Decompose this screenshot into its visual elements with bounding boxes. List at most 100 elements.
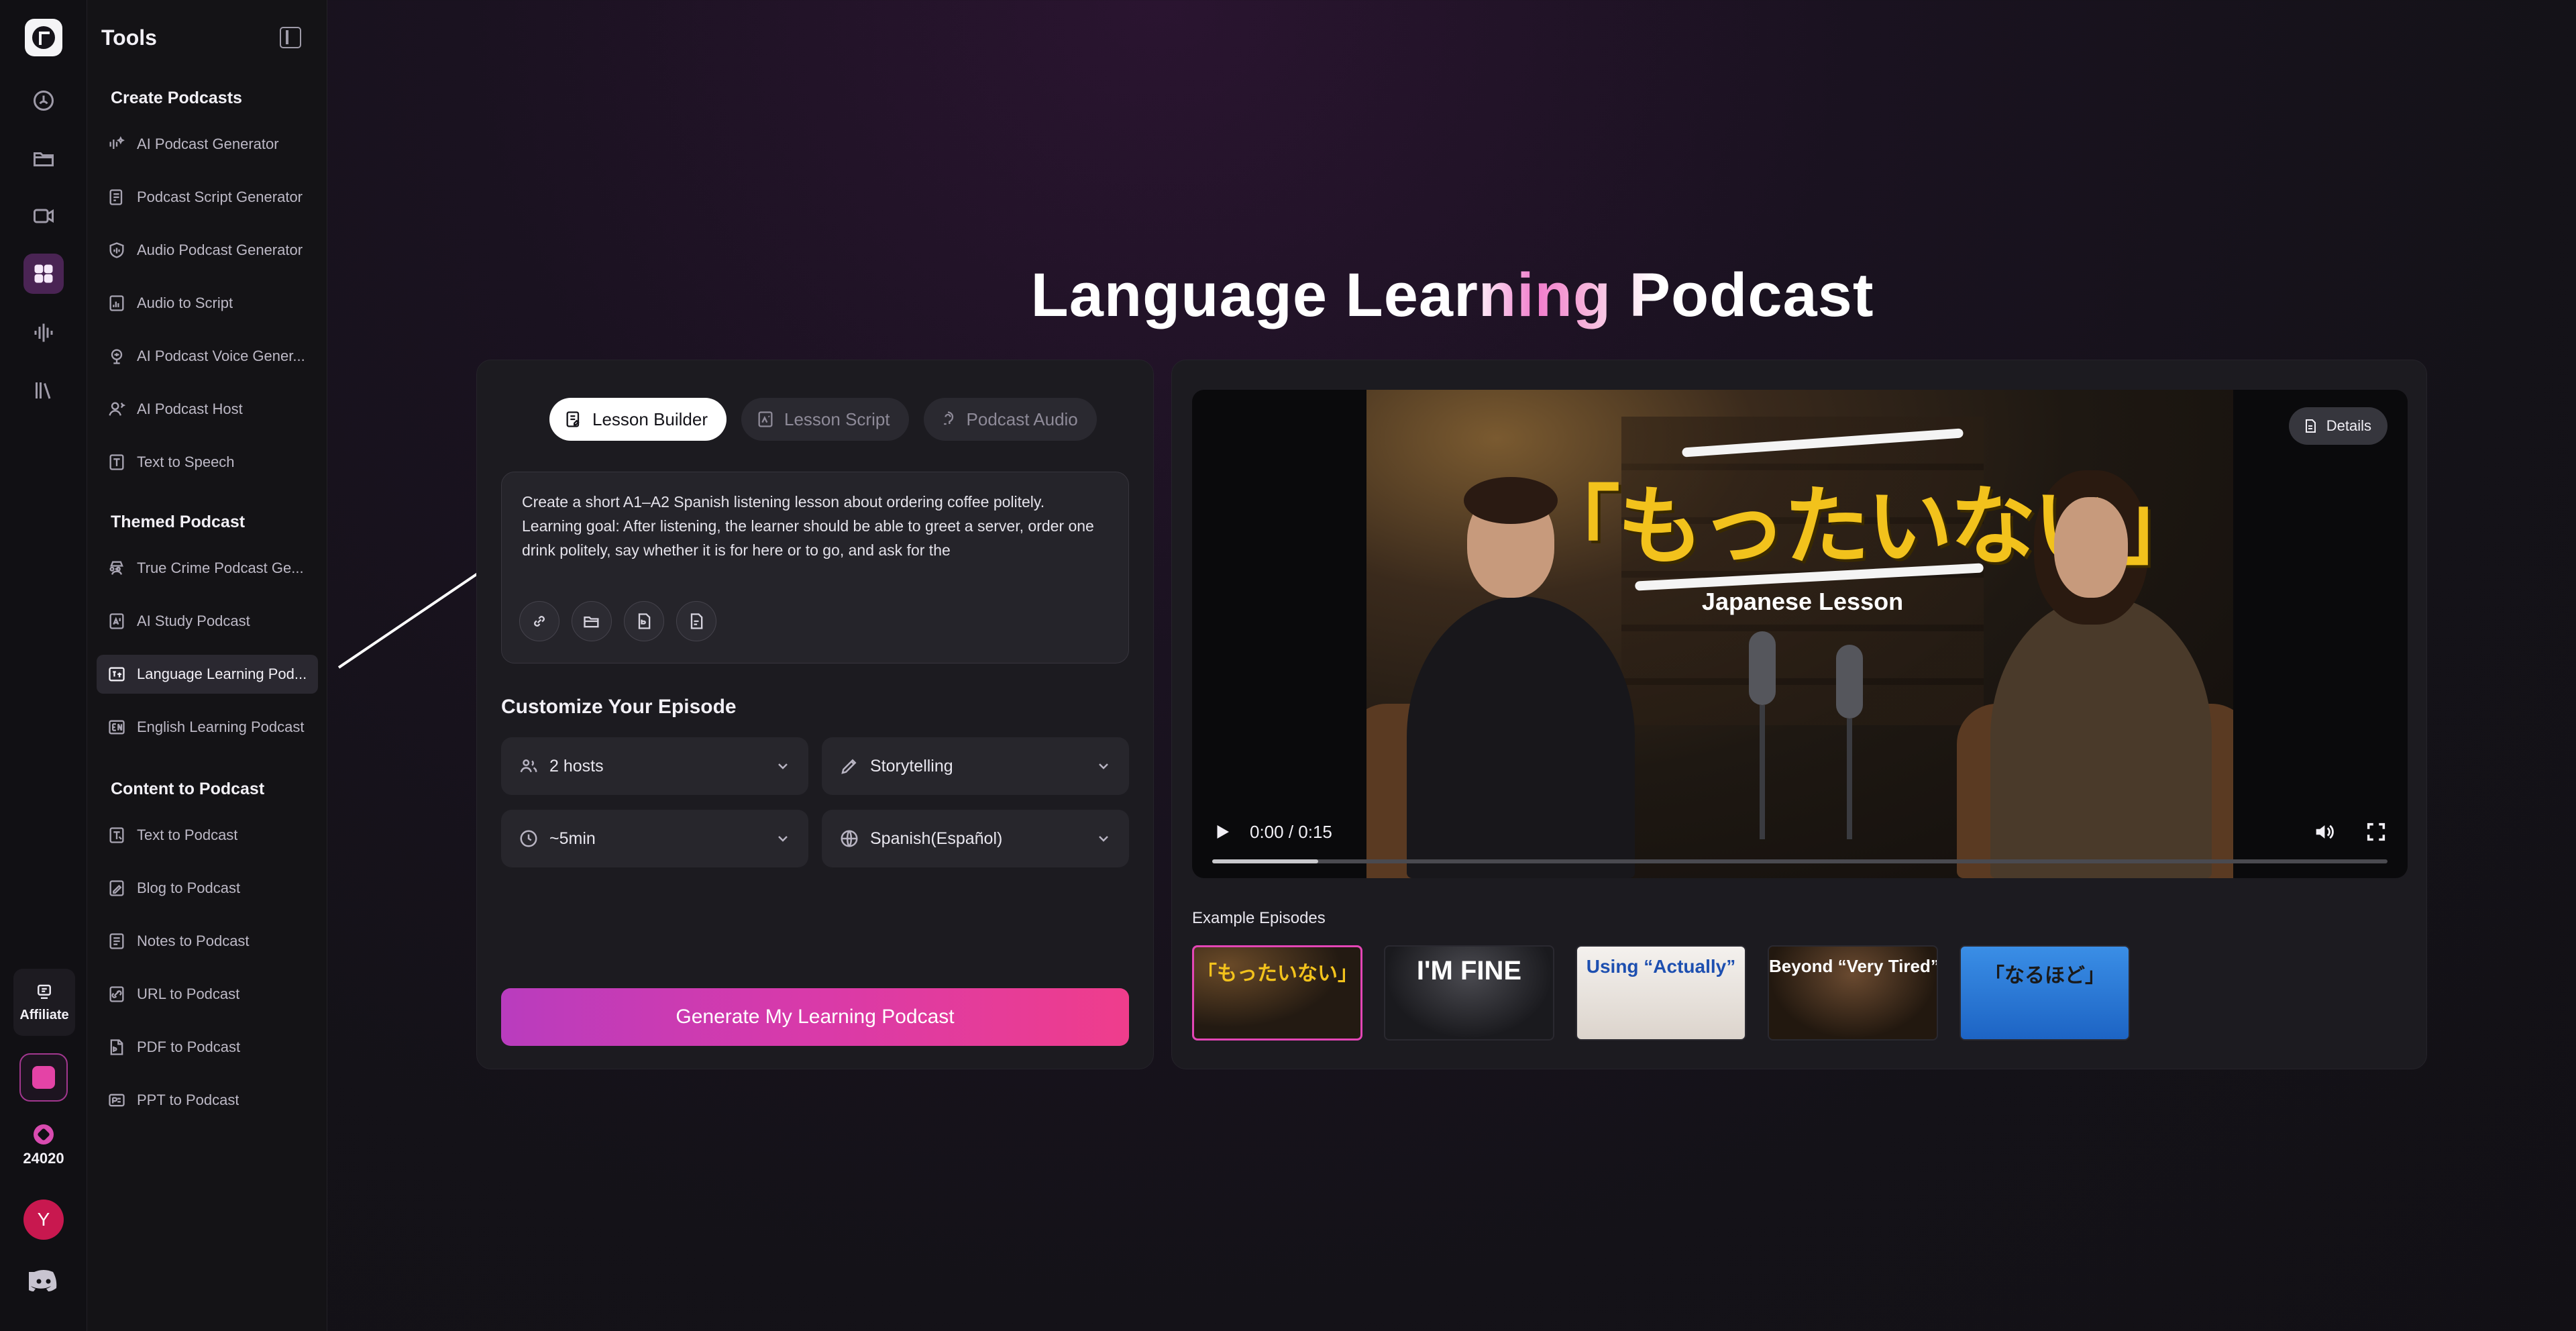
video-icon[interactable] bbox=[23, 196, 64, 236]
section-title-themed: Themed Podcast bbox=[111, 513, 246, 531]
tool-ppt-to-podcast[interactable]: PPT to Podcast bbox=[97, 1081, 318, 1120]
mode-tabs: Lesson Builder Lesson Script Podcast Aud… bbox=[549, 398, 1097, 441]
host-icon bbox=[109, 402, 126, 416]
lesson-builder-panel: Lesson Builder Lesson Script Podcast Aud… bbox=[476, 360, 1154, 1069]
tool-ai-podcast-host[interactable]: AI Podcast Host bbox=[97, 390, 318, 429]
tool-text-to-speech[interactable]: Text to Speech bbox=[97, 443, 318, 482]
language-select[interactable]: Spanish(Español) bbox=[822, 810, 1129, 867]
attach-file-button[interactable] bbox=[676, 601, 716, 641]
tool-label: English Learning Podcast bbox=[137, 718, 305, 735]
tool-ai-podcast-generator[interactable]: AI Podcast Generator bbox=[97, 125, 318, 164]
tool-ai-study-podcast[interactable]: AI Study Podcast bbox=[97, 602, 318, 641]
pen-icon bbox=[841, 759, 857, 774]
generate-podcast-button[interactable]: Generate My Learning Podcast bbox=[501, 988, 1129, 1046]
duration-select[interactable]: ~5min bbox=[501, 810, 808, 867]
attach-document-button[interactable] bbox=[624, 601, 664, 641]
tool-label: Language Learning Pod... bbox=[137, 666, 307, 682]
lesson-builder-icon bbox=[566, 411, 580, 427]
lesson-prompt-textarea[interactable]: Create a short A1–A2 Spanish listening l… bbox=[501, 472, 1129, 663]
example-episode-5[interactable]: 「なるほど」 bbox=[1960, 945, 2130, 1041]
language-value: Spanish(Español) bbox=[870, 829, 1003, 848]
affiliate-button[interactable]: Affiliate bbox=[13, 969, 75, 1036]
attach-folder-button[interactable] bbox=[572, 601, 612, 641]
style-value: Storytelling bbox=[870, 756, 953, 776]
mic-voice-icon bbox=[111, 349, 123, 364]
tool-podcast-script-generator[interactable]: Podcast Script Generator bbox=[97, 178, 318, 217]
details-button[interactable]: Details bbox=[2288, 407, 2387, 445]
tab-podcast-audio[interactable]: Podcast Audio bbox=[923, 398, 1097, 441]
tool-text-to-podcast[interactable]: Text to Podcast bbox=[97, 816, 318, 855]
tool-label: AI Podcast Host bbox=[137, 401, 243, 417]
example-episode-2[interactable]: I'M FINE bbox=[1384, 945, 1554, 1041]
example-episode-4[interactable]: Beyond “Very Tired” bbox=[1768, 945, 1938, 1041]
folder-open-icon bbox=[584, 617, 599, 628]
gem-icon bbox=[34, 1124, 54, 1144]
ppt-icon bbox=[109, 1094, 125, 1107]
document-icon bbox=[638, 613, 651, 629]
collapse-sidebar-icon[interactable] bbox=[280, 27, 301, 48]
text-doc-icon bbox=[109, 827, 124, 843]
store-icon[interactable] bbox=[19, 1053, 68, 1102]
script-icon bbox=[109, 189, 123, 205]
section-title-content: Content to Podcast bbox=[111, 780, 265, 798]
overlay-subtitle: Japanese Lesson bbox=[1701, 588, 1904, 615]
customize-title: Customize Your Episode bbox=[501, 696, 737, 718]
tab-lesson-builder[interactable]: Lesson Builder bbox=[549, 398, 727, 441]
notes-icon bbox=[109, 933, 124, 949]
tab-label: Lesson Builder bbox=[592, 409, 708, 429]
tool-url-to-podcast[interactable]: URL to Podcast bbox=[97, 975, 318, 1014]
english-icon bbox=[109, 720, 125, 735]
study-icon bbox=[109, 613, 124, 629]
credits-counter[interactable]: 24020 bbox=[13, 1124, 74, 1167]
page-title: Language Learning Podcast bbox=[1030, 261, 1874, 329]
tool-pdf-to-podcast[interactable]: PDF to Podcast bbox=[97, 1028, 318, 1067]
example-episodes: 「もったいない」 I'M FINE Using “Actually” Beyon… bbox=[1192, 945, 2130, 1041]
lesson-prompt-text[interactable]: Create a short A1–A2 Spanish listening l… bbox=[522, 490, 1112, 590]
globe-icon bbox=[841, 830, 858, 847]
user-avatar[interactable]: Y bbox=[23, 1200, 64, 1240]
tool-blog-to-podcast[interactable]: Blog to Podcast bbox=[97, 869, 318, 908]
hosts-select[interactable]: 2 hosts bbox=[501, 737, 808, 795]
credits-value: 24020 bbox=[23, 1150, 64, 1167]
example-label: 「もったいない」 bbox=[1197, 963, 1358, 985]
tool-true-crime-podcast[interactable]: True Crime Podcast Ge... bbox=[97, 549, 318, 588]
folder-icon[interactable] bbox=[23, 138, 64, 178]
clock-icon bbox=[520, 830, 537, 847]
tool-label: AI Podcast Generator bbox=[137, 136, 279, 152]
video-player[interactable]: 「もったいない」 Japanese Lesson Details 0:00 / … bbox=[1192, 390, 2408, 878]
tool-label: Text to Speech bbox=[137, 454, 235, 470]
volume-icon[interactable] bbox=[2312, 820, 2335, 843]
fullscreen-icon[interactable] bbox=[2365, 820, 2387, 843]
tool-label: Blog to Podcast bbox=[137, 880, 241, 896]
hosts-icon bbox=[520, 759, 537, 773]
tool-language-learning-podcast[interactable]: Language Learning Pod... bbox=[97, 655, 318, 694]
attach-link-button[interactable] bbox=[519, 601, 559, 641]
tool-ai-podcast-voice-generator[interactable]: AI Podcast Voice Gener... bbox=[97, 337, 318, 376]
preview-panel: 「もったいない」 Japanese Lesson Details 0:00 / … bbox=[1171, 360, 2427, 1069]
discord-icon[interactable] bbox=[29, 1269, 58, 1292]
app-logo[interactable] bbox=[25, 19, 62, 56]
style-select[interactable]: Storytelling bbox=[822, 737, 1129, 795]
home-icon[interactable] bbox=[23, 81, 64, 121]
affiliate-icon bbox=[38, 984, 51, 999]
progress-bar[interactable] bbox=[1212, 859, 2387, 863]
overlay-title: 「もったいない」 bbox=[1534, 477, 2202, 577]
tool-label: URL to Podcast bbox=[137, 986, 240, 1002]
link-icon bbox=[534, 616, 545, 627]
play-icon[interactable] bbox=[1212, 822, 1232, 842]
url-icon bbox=[109, 986, 124, 1002]
audio-shield-icon bbox=[109, 242, 124, 258]
tab-lesson-script[interactable]: Lesson Script bbox=[741, 398, 909, 441]
library-icon[interactable] bbox=[23, 370, 64, 411]
tools-sidebar: Tools Create Podcasts AI Podcast Generat… bbox=[87, 0, 327, 1331]
icon-rail: Affiliate 24020 Y bbox=[0, 0, 87, 1331]
tool-label: True Crime Podcast Ge... bbox=[137, 560, 304, 576]
details-label: Details bbox=[2326, 417, 2371, 434]
tab-label: Podcast Audio bbox=[966, 409, 1078, 429]
tool-english-learning-podcast[interactable]: English Learning Podcast bbox=[97, 708, 318, 747]
example-episode-3[interactable]: Using “Actually” bbox=[1576, 945, 1746, 1041]
language-icon bbox=[109, 667, 125, 682]
example-episode-1[interactable]: 「もったいない」 bbox=[1192, 945, 1362, 1041]
tool-notes-to-podcast[interactable]: Notes to Podcast bbox=[97, 922, 318, 961]
example-label: I'M FINE bbox=[1416, 956, 1522, 986]
